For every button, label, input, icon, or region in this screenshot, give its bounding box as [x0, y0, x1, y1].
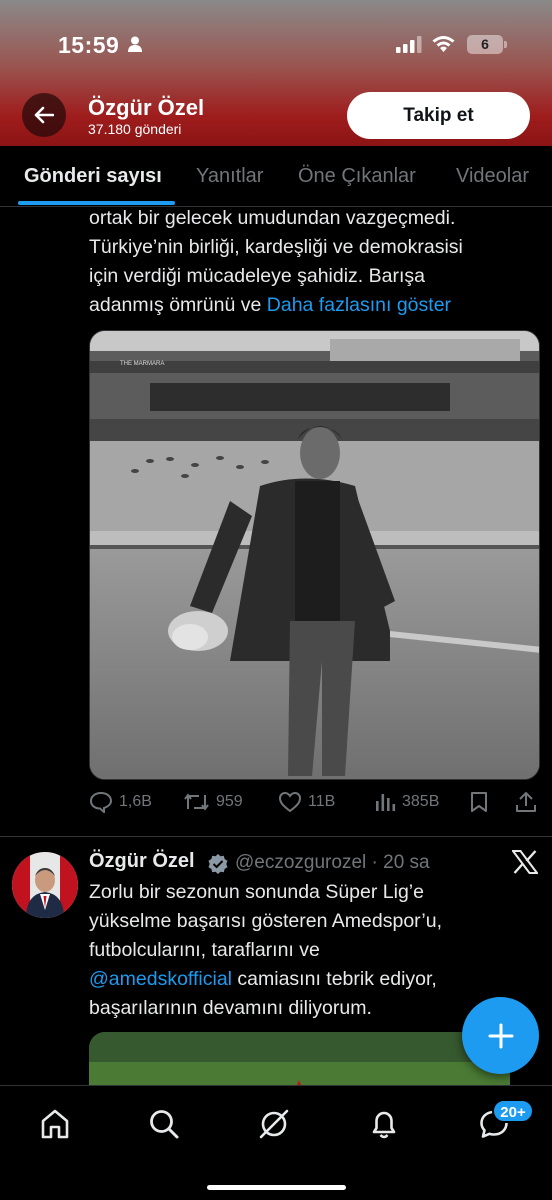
heart-icon [278, 791, 302, 813]
post1-photo[interactable]: THE MARMARA [89, 330, 540, 780]
post2-line: yükselme başarısı gösteren Amedspor’u, [89, 910, 442, 932]
view-count: 385B [402, 793, 440, 810]
like-button[interactable]: 11B [278, 791, 335, 813]
street-photo: THE MARMARA [90, 331, 539, 779]
bookmark-button[interactable] [469, 791, 489, 813]
x-logo-icon [512, 850, 538, 874]
show-more-link[interactable]: Daha fazlasını göster [267, 294, 451, 316]
post2-line: Zorlu bir sezonun sonunda Süper Lig’e [89, 881, 424, 903]
reply-icon [89, 791, 113, 813]
nav-search[interactable] [144, 1104, 184, 1144]
tab-replies[interactable]: Yanıtlar [196, 165, 263, 188]
person-icon [128, 36, 142, 52]
nav-home[interactable] [35, 1104, 75, 1144]
status-bar: 15:59 6 [0, 0, 552, 86]
post1-line: Türkiye’nin birliği, kardeşliği ve demok… [89, 236, 463, 258]
tab-posts[interactable]: Gönderi sayısı [24, 165, 162, 188]
back-button[interactable] [22, 93, 66, 137]
post2-line: @amedskofficial camiasını tebrik ediyor, [89, 965, 442, 994]
verified-badge-icon [208, 854, 228, 874]
analytics-icon [376, 794, 396, 811]
photo-sign-text: THE MARMARA [120, 361, 164, 367]
like-count: 11B [308, 793, 336, 810]
post2-text: Zorlu bir sezonun sonunda Süper Lig’e yü… [89, 878, 442, 1023]
post2-line-text: camiasını tebrik ediyor, [232, 968, 437, 990]
post1-line: için verdiği mücadeleye şahidiz. Barışa [89, 265, 425, 287]
post1-actions: 1,6B 959 11B 385B [89, 791, 540, 819]
profile-name: Özgür Özel [88, 95, 205, 120]
nav-grok[interactable] [254, 1104, 294, 1144]
battery-indicator: 6 [467, 35, 507, 54]
post2-author-name[interactable]: Özgür Özel [89, 850, 195, 873]
avatar[interactable] [12, 852, 78, 918]
bottom-navigation: 20+ [0, 1085, 552, 1200]
profile-tabs: Gönderi sayısı Yanıtlar Öne Çıkanlar Vid… [0, 146, 552, 207]
post1-line: adanmış ömrünü ve Daha fazlasını göster [89, 291, 463, 320]
status-time: 15:59 [58, 32, 120, 58]
reply-button[interactable]: 1,6B [89, 791, 152, 813]
home-icon [41, 1109, 69, 1139]
bookmark-icon [471, 792, 487, 812]
wifi-icon [432, 36, 455, 52]
reply-count: 1,6B [119, 793, 152, 810]
follow-button[interactable]: Takip et [347, 92, 530, 139]
tab-highlights[interactable]: Öne Çıkanlar [298, 165, 416, 188]
mention-link[interactable]: @amedskofficial [89, 968, 232, 990]
repost-button[interactable]: 959 [183, 791, 243, 813]
avatar-image [12, 852, 78, 918]
post2-handle-time: @eczozgurozel · 20 sa [235, 852, 430, 873]
bell-icon [372, 1111, 396, 1139]
views-button[interactable]: 385B [374, 791, 439, 813]
post2-media[interactable] [89, 1032, 510, 1092]
repost-icon [184, 793, 209, 811]
post-divider [0, 836, 552, 837]
search-icon [150, 1110, 179, 1139]
post2-line: başarılarının devamını diliyorum. [89, 997, 372, 1019]
share-icon [516, 792, 536, 812]
repost-count: 959 [216, 793, 243, 810]
post2-line: futbolcularını, taraflarını ve [89, 939, 320, 961]
compose-post-button[interactable] [462, 997, 539, 1074]
post2-media-image [89, 1032, 510, 1092]
tab-videos[interactable]: Videolar [456, 165, 529, 188]
post1-line: ortak bir gelecek umudundan vazgeçmedi. [89, 207, 456, 229]
share-button[interactable] [515, 791, 537, 813]
nav-notifications[interactable] [364, 1104, 404, 1144]
post1-text: ortak bir gelecek umudundan vazgeçmedi. … [89, 204, 463, 320]
grok-icon [259, 1109, 289, 1139]
home-indicator [207, 1185, 346, 1190]
messages-badge: 20+ [492, 1099, 534, 1123]
post1-line-text: adanmış ömrünü ve [89, 294, 267, 316]
plus-icon [488, 1023, 513, 1048]
arrow-left-icon [34, 106, 54, 124]
profile-post-count: 37.180 gönderi [88, 121, 182, 137]
profile-header: 15:59 6 Özgür Özel 37.180 gönderi Takip … [0, 0, 552, 146]
cellular-signal-icon [396, 36, 422, 53]
